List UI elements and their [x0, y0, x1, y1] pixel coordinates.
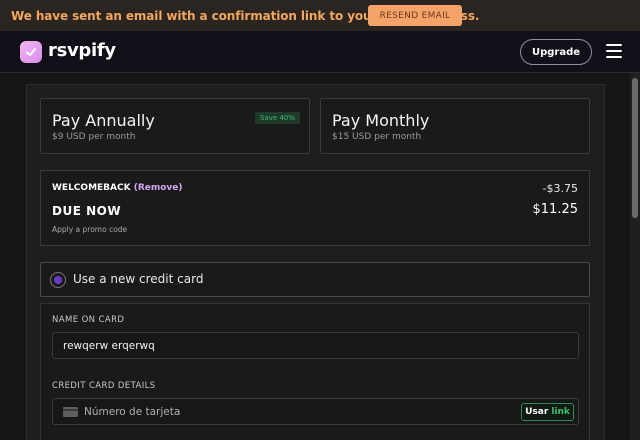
- due-now-label: DUE NOW: [52, 204, 122, 218]
- new-card-label: Use a new credit card: [73, 272, 204, 286]
- radio-selected-dot: [54, 276, 62, 284]
- link-logo: link: [551, 407, 570, 417]
- save-badge: Save 40%: [255, 112, 300, 124]
- apply-promo-link[interactable]: Apply a promo code: [52, 225, 127, 234]
- card-number-input[interactable]: Número de tarjeta Usar link: [52, 398, 579, 425]
- rsvpify-logo-icon[interactable]: [20, 41, 42, 63]
- plan-monthly[interactable]: Pay Monthly $15 USD per month: [320, 98, 590, 154]
- card-number-placeholder: Número de tarjeta: [84, 406, 181, 418]
- name-on-card-value: rewqerw erqerwq: [63, 340, 155, 352]
- new-card-radio[interactable]: [50, 272, 66, 288]
- top-nav: rsvpify Upgrade: [0, 31, 640, 73]
- plan-monthly-title: Pay Monthly: [332, 111, 430, 130]
- use-link-button[interactable]: Usar link: [521, 403, 574, 421]
- scrollbar-thumb[interactable]: [632, 78, 638, 218]
- resend-email-button[interactable]: RESEND EMAIL: [368, 5, 462, 26]
- name-on-card-label: NAME ON CARD: [52, 315, 125, 325]
- discount-amount: -$3.75: [542, 182, 578, 195]
- confirmation-banner: We have sent an email with a confirmatio…: [0, 0, 640, 31]
- plan-annual[interactable]: Pay Annually $9 USD per month Save 40%: [40, 98, 310, 154]
- remove-promo-link[interactable]: (Remove): [134, 183, 183, 193]
- brand-name[interactable]: rsvpify: [48, 40, 116, 61]
- card-form: NAME ON CARD rewqerw erqerwq CREDIT CARD…: [40, 303, 590, 440]
- credit-card-icon: [63, 407, 78, 417]
- due-now-amount: $11.25: [532, 202, 579, 217]
- promo-line: WELCOMEBACK (Remove): [52, 183, 183, 193]
- name-on-card-input[interactable]: rewqerw erqerwq: [52, 332, 579, 359]
- plan-annual-price: $9 USD per month: [52, 132, 136, 142]
- order-summary: WELCOMEBACK (Remove) -$3.75 DUE NOW $11.…: [40, 170, 590, 246]
- link-prefix: Usar: [525, 407, 549, 417]
- promo-code: WELCOMEBACK: [52, 183, 131, 193]
- hamburger-menu-icon[interactable]: [606, 44, 622, 59]
- credit-card-details-label: CREDIT CARD DETAILS: [52, 381, 156, 391]
- upgrade-button[interactable]: Upgrade: [520, 39, 592, 65]
- plan-monthly-price: $15 USD per month: [332, 132, 422, 142]
- plan-annual-title: Pay Annually: [52, 111, 155, 130]
- new-credit-card-option[interactable]: Use a new credit card: [40, 262, 590, 297]
